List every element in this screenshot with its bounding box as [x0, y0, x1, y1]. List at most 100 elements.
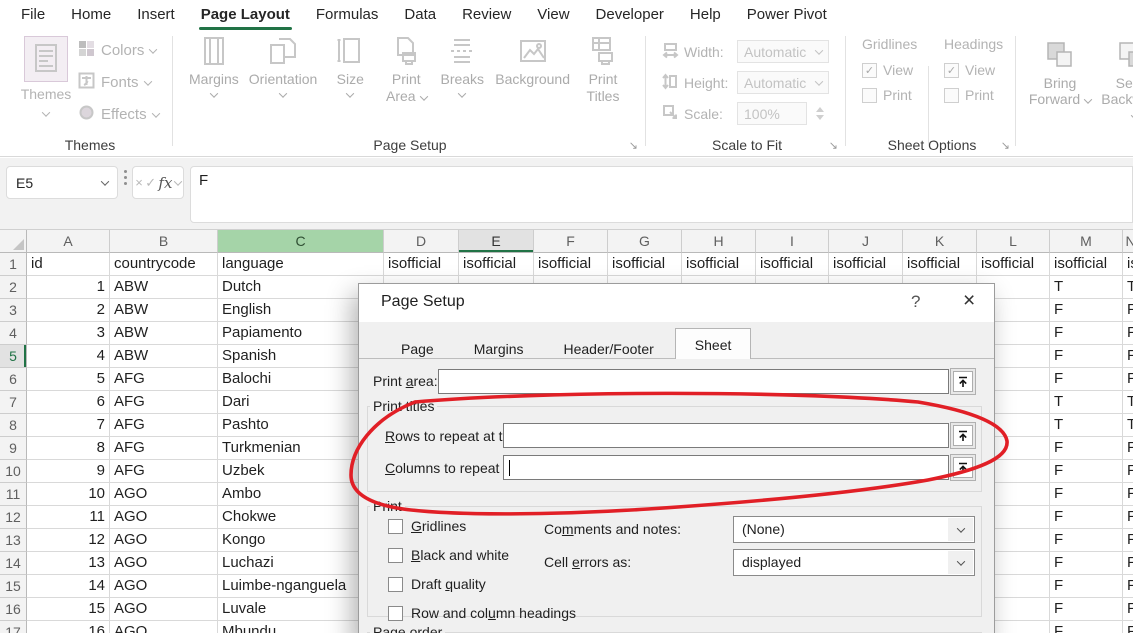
cell-A11[interactable]: 10 [27, 483, 110, 506]
row-header-14[interactable]: 14 [0, 552, 27, 575]
gridlines-print-checkbox[interactable]: Print [862, 87, 934, 103]
cell-M7[interactable]: T [1050, 391, 1123, 414]
cell-J1[interactable]: isofficial [829, 253, 903, 276]
print-area-collapse-button[interactable] [950, 368, 976, 395]
effects-button[interactable]: Effects [78, 104, 159, 125]
cell-A16[interactable]: 15 [27, 598, 110, 621]
cell-C1[interactable]: language [218, 253, 384, 276]
cell-M11[interactable]: F [1050, 483, 1123, 506]
menu-tab-formulas[interactable]: Formulas [303, 0, 392, 30]
close-icon[interactable]: × [955, 289, 983, 313]
cell-M4[interactable]: F [1050, 322, 1123, 345]
comments-and-notes-select[interactable]: (None) [733, 516, 975, 543]
column-header-G[interactable]: G [608, 230, 682, 253]
row-header-1[interactable]: 1 [0, 253, 27, 276]
column-header-M[interactable]: M [1050, 230, 1123, 253]
cell-B7[interactable]: AFG [110, 391, 218, 414]
row-header-11[interactable]: 11 [0, 483, 27, 506]
cell-M16[interactable]: F [1050, 598, 1123, 621]
width--dropdown[interactable]: Automatic [737, 40, 829, 63]
cell-F1[interactable]: isofficial [534, 253, 608, 276]
menu-tab-data[interactable]: Data [391, 0, 449, 30]
column-header-C[interactable]: C [218, 230, 384, 253]
cell-A9[interactable]: 8 [27, 437, 110, 460]
menu-tab-home[interactable]: Home [58, 0, 124, 30]
send-backward-button[interactable]: SendBackward [1100, 38, 1133, 123]
cell-A5[interactable]: 4 [27, 345, 110, 368]
cell-G1[interactable]: isofficial [608, 253, 682, 276]
cell-N13[interactable]: F [1123, 529, 1133, 552]
cell-A17[interactable]: 16 [27, 621, 110, 633]
cell-B10[interactable]: AFG [110, 460, 218, 483]
column-header-N[interactable]: N [1123, 230, 1133, 253]
cell-N7[interactable]: T [1123, 391, 1133, 414]
cell-B8[interactable]: AFG [110, 414, 218, 437]
cell-H1[interactable]: isofficial [682, 253, 756, 276]
formula-input[interactable]: F [190, 166, 1133, 223]
cell-B15[interactable]: AGO [110, 575, 218, 598]
cell-M9[interactable]: F [1050, 437, 1123, 460]
headings-print-checkbox[interactable]: Print [944, 87, 1016, 103]
cell-M3[interactable]: F [1050, 299, 1123, 322]
cell-N8[interactable]: T [1123, 414, 1133, 437]
cell-A7[interactable]: 6 [27, 391, 110, 414]
colors-button[interactable]: Colors [78, 40, 156, 61]
cell-N9[interactable]: F [1123, 437, 1133, 460]
cell-A12[interactable]: 11 [27, 506, 110, 529]
draft-quality-checkbox[interactable] [388, 577, 403, 592]
menu-tab-developer[interactable]: Developer [583, 0, 677, 30]
cell-B11[interactable]: AGO [110, 483, 218, 506]
black-and-white-checkbox[interactable] [388, 548, 403, 563]
cell-B6[interactable]: AFG [110, 368, 218, 391]
page-setup-dialog-launcher-icon[interactable]: ↘ [629, 141, 638, 152]
cell-N6[interactable]: F [1123, 368, 1133, 391]
formula-bar-options-icon[interactable] [123, 170, 127, 185]
sheet-options-dialog-launcher-icon[interactable]: ↘ [1001, 141, 1010, 152]
print-titles-button[interactable]: PrintTitles [575, 34, 631, 105]
tab-header-footer[interactable]: Header/Footer [545, 336, 673, 363]
cell-D1[interactable]: isofficial [384, 253, 459, 276]
cell-L1[interactable]: isofficial [977, 253, 1050, 276]
cell-B16[interactable]: AGO [110, 598, 218, 621]
cell-N12[interactable]: F [1123, 506, 1133, 529]
column-header-J[interactable]: J [829, 230, 903, 253]
headings-view-checkbox[interactable]: ✓View [944, 62, 1016, 78]
row-and-column-headings-checkbox[interactable] [388, 606, 403, 621]
print-area-button[interactable]: PrintArea [378, 34, 434, 105]
row-header-6[interactable]: 6 [0, 368, 27, 391]
size-button[interactable]: Size [322, 34, 378, 105]
row-header-4[interactable]: 4 [0, 322, 27, 345]
breaks-button[interactable]: Breaks [434, 34, 490, 105]
cell-B13[interactable]: AGO [110, 529, 218, 552]
rows-to-repeat-collapse-button[interactable] [950, 422, 976, 449]
gridlines-view-checkbox[interactable]: ✓View [862, 62, 934, 78]
cell-M8[interactable]: T [1050, 414, 1123, 437]
cell-M17[interactable]: F [1050, 621, 1123, 633]
column-header-K[interactable]: K [903, 230, 977, 253]
cell-M1[interactable]: isofficial [1050, 253, 1123, 276]
row-header-15[interactable]: 15 [0, 575, 27, 598]
cell-K1[interactable]: isofficial [903, 253, 977, 276]
cell-N11[interactable]: F [1123, 483, 1133, 506]
row-header-5[interactable]: 5 [0, 345, 27, 368]
cell-N14[interactable]: F [1123, 552, 1133, 575]
tab-margins[interactable]: Margins [455, 336, 543, 363]
cell-M14[interactable]: F [1050, 552, 1123, 575]
cell-A13[interactable]: 12 [27, 529, 110, 552]
row-header-9[interactable]: 9 [0, 437, 27, 460]
row-header-3[interactable]: 3 [0, 299, 27, 322]
menu-tab-help[interactable]: Help [677, 0, 734, 30]
column-header-A[interactable]: A [27, 230, 110, 253]
row-header-2[interactable]: 2 [0, 276, 27, 299]
themes-button[interactable]: Themes [18, 36, 74, 120]
column-header-L[interactable]: L [977, 230, 1050, 253]
cell-N16[interactable]: F [1123, 598, 1133, 621]
cell-B9[interactable]: AFG [110, 437, 218, 460]
cell-N10[interactable]: F [1123, 460, 1133, 483]
column-header-F[interactable]: F [534, 230, 608, 253]
menu-tab-power-pivot[interactable]: Power Pivot [734, 0, 840, 30]
help-button[interactable]: ? [905, 292, 926, 312]
orientation-button[interactable]: Orientation [244, 34, 322, 105]
margins-button[interactable]: Margins [184, 34, 244, 105]
cell-M5[interactable]: F [1050, 345, 1123, 368]
